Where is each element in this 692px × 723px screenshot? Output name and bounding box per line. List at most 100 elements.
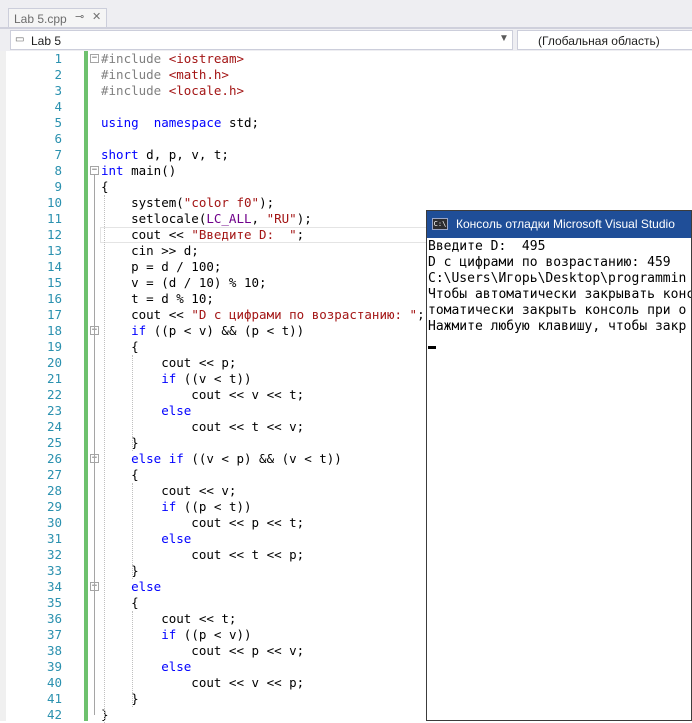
navigation-bar: ▭ Lab 5 ▼ (Глобальная область)	[0, 29, 692, 51]
change-tracking-bar	[84, 51, 88, 721]
close-icon[interactable]: ✕	[92, 10, 101, 23]
code-line[interactable]: #include <iostream>	[101, 51, 244, 67]
line-number: 40	[46, 675, 62, 690]
document-tab-strip: Lab 5.cpp ⊸ ✕	[0, 0, 692, 29]
fold-range-line	[94, 175, 95, 715]
line-number: 28	[46, 483, 62, 498]
code-line[interactable]: else if ((v < p) && (v < t))	[101, 451, 342, 467]
console-title: Консоль отладки Microsoft Visual Studio	[456, 217, 675, 231]
line-number: 22	[46, 387, 62, 402]
line-number: 26	[46, 451, 62, 466]
line-number: 2	[54, 67, 62, 82]
code-line[interactable]: cin >> d;	[101, 243, 199, 259]
code-line[interactable]: cout << p;	[101, 355, 236, 371]
console-title-bar[interactable]: C:\ Консоль отладки Microsoft Visual Stu…	[427, 211, 691, 238]
tab-title: Lab 5.cpp	[14, 12, 67, 26]
line-number: 8	[54, 163, 62, 178]
line-number: 16	[46, 291, 62, 306]
debug-console-window[interactable]: C:\ Консоль отладки Microsoft Visual Stu…	[426, 210, 692, 721]
console-line: Чтобы автоматически закрывать конс	[428, 287, 692, 302]
code-line[interactable]: {	[101, 339, 139, 355]
line-number: 20	[46, 355, 62, 370]
code-line[interactable]: cout << v;	[101, 483, 236, 499]
code-line[interactable]: #include <locale.h>	[101, 83, 244, 99]
code-line[interactable]: cout << t;	[101, 611, 236, 627]
line-number: 11	[46, 211, 62, 226]
line-number: 29	[46, 499, 62, 514]
line-number: 23	[46, 403, 62, 418]
code-line[interactable]: else	[101, 659, 191, 675]
code-line[interactable]: if ((p < v) && (p < t))	[101, 323, 304, 339]
scope-dropdown-value: (Глобальная область)	[538, 34, 660, 48]
line-number: 5	[54, 115, 62, 130]
console-line: Введите D: 495	[428, 239, 546, 254]
line-number: 37	[46, 627, 62, 642]
code-line[interactable]: system("color f0");	[101, 195, 274, 211]
code-line[interactable]: {	[101, 179, 109, 195]
line-number: 27	[46, 467, 62, 482]
code-line[interactable]: else	[101, 579, 161, 595]
line-number: 14	[46, 259, 62, 274]
code-line[interactable]: if ((p < v))	[101, 627, 251, 643]
code-line[interactable]: v = (d / 10) % 10;	[101, 275, 266, 291]
line-number: 41	[46, 691, 62, 706]
console-line: C:\Users\Игорь\Desktop\programmin	[428, 271, 687, 286]
code-line[interactable]: t = d % 10;	[101, 291, 214, 307]
code-line[interactable]: using namespace std;	[101, 115, 259, 131]
indent-guide	[132, 483, 133, 579]
project-dropdown[interactable]: ▭ Lab 5 ▼	[10, 30, 513, 50]
code-line[interactable]: cout << "Введите D: ";	[101, 227, 304, 243]
line-number: 25	[46, 435, 62, 450]
chevron-down-icon: ▼	[499, 33, 509, 44]
line-number: 36	[46, 611, 62, 626]
console-line: D с цифрами по возрастанию: 459	[428, 255, 671, 270]
line-number: 1	[54, 51, 62, 66]
line-number: 30	[46, 515, 62, 530]
line-number: 3	[54, 83, 62, 98]
code-line[interactable]: setlocale(LC_ALL, "RU");	[101, 211, 312, 227]
scope-dropdown[interactable]: (Глобальная область)	[517, 30, 692, 50]
line-number: 10	[46, 195, 62, 210]
indent-guide	[104, 195, 105, 723]
code-line[interactable]: {	[101, 467, 139, 483]
code-line[interactable]: else	[101, 403, 191, 419]
code-line[interactable]: else	[101, 531, 191, 547]
line-number: 4	[54, 99, 62, 114]
tab-lab5-cpp[interactable]: Lab 5.cpp ⊸ ✕	[8, 8, 107, 28]
code-line[interactable]: if ((p < t))	[101, 499, 251, 515]
line-number: 7	[54, 147, 62, 162]
code-line[interactable]: if ((v < t))	[101, 371, 251, 387]
line-number: 24	[46, 419, 62, 434]
code-line[interactable]: p = d / 100;	[101, 259, 221, 275]
line-number: 6	[54, 131, 62, 146]
fold-toggle-icon[interactable]: −	[90, 166, 99, 175]
line-number: 33	[46, 563, 62, 578]
line-number: 18	[46, 323, 62, 338]
line-number: 17	[46, 307, 62, 322]
line-number: 9	[54, 179, 62, 194]
line-number: 39	[46, 659, 62, 674]
pin-icon[interactable]: ⊸	[75, 10, 84, 23]
console-line: Нажмите любую клавишу, чтобы закр	[428, 319, 687, 334]
line-number: 21	[46, 371, 62, 386]
code-line[interactable]: #include <math.h>	[101, 67, 229, 83]
project-icon: ▭	[15, 34, 25, 45]
line-number: 34	[46, 579, 62, 594]
code-line[interactable]: int main()	[101, 163, 176, 179]
fold-toggle-icon[interactable]: −	[90, 54, 99, 63]
code-line[interactable]: {	[101, 595, 139, 611]
code-line[interactable]: short d, p, v, t;	[101, 147, 229, 163]
line-number: 15	[46, 275, 62, 290]
line-number: 19	[46, 339, 62, 354]
project-dropdown-value: Lab 5	[31, 34, 62, 48]
line-number: 12	[46, 227, 62, 242]
console-line: томатически закрыть консоль при о	[428, 303, 687, 318]
console-app-icon: C:\	[432, 218, 448, 230]
code-line[interactable]: cout << "D с цифрами по возрастанию: ";	[101, 307, 425, 323]
console-output[interactable]: Введите D: 495 D с цифрами по возрастани…	[427, 238, 692, 720]
line-number: 31	[46, 531, 62, 546]
line-number: 13	[46, 243, 62, 258]
line-number: 35	[46, 595, 62, 610]
indent-guide	[132, 355, 133, 451]
line-number: 38	[46, 643, 62, 658]
